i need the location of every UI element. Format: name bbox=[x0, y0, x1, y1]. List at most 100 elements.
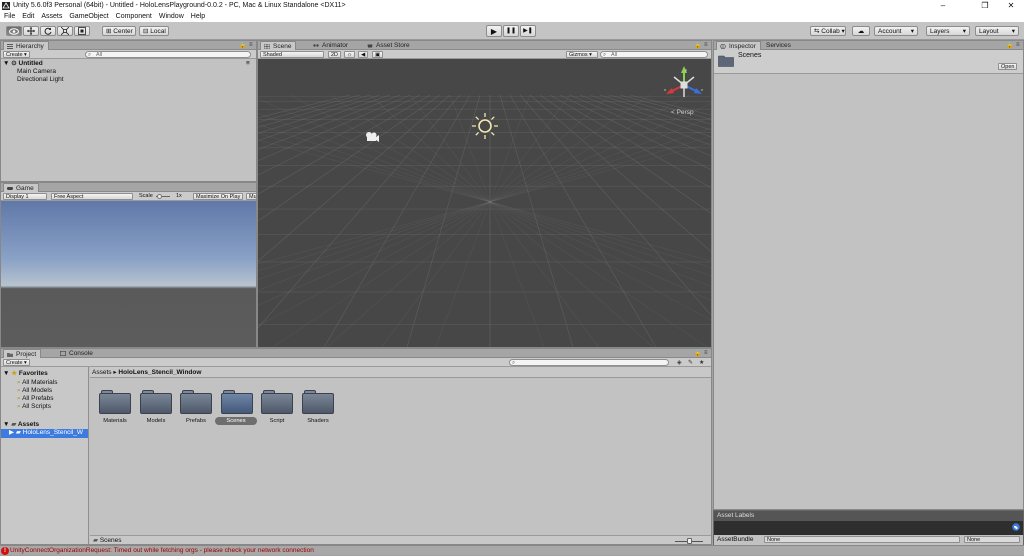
camera-gizmo-icon[interactable] bbox=[364, 131, 380, 143]
audio-toggle[interactable]: ◀ bbox=[358, 51, 369, 58]
folder-script[interactable] bbox=[261, 390, 293, 414]
menu-assets[interactable]: Assets bbox=[41, 12, 62, 22]
effects-toggle[interactable]: ▣ bbox=[372, 51, 384, 58]
open-button[interactable]: Open bbox=[998, 63, 1018, 70]
rect-tool-button[interactable] bbox=[74, 26, 90, 36]
favorite-item-all-models[interactable]: ⌕ All Models bbox=[17, 387, 52, 395]
aspect-dropdown[interactable]: Free Aspect bbox=[51, 193, 133, 200]
favorite-item-all-materials[interactable]: ⌕ All Materials bbox=[17, 379, 58, 387]
hierarchy-search-input[interactable]: ⌕ All bbox=[85, 51, 251, 58]
panel-menu-icon[interactable]: ≡ bbox=[1016, 42, 1020, 48]
tab-animator[interactable]: Animator bbox=[310, 41, 352, 50]
persp-label[interactable]: < Persp bbox=[671, 109, 694, 116]
cloud-button[interactable]: ☁ bbox=[852, 26, 870, 36]
folder-shaders[interactable] bbox=[302, 390, 334, 414]
status-bar[interactable]: ! UnityConnectOrganizationRequest: Timed… bbox=[0, 545, 1024, 555]
panel-menu-icon[interactable]: ≡ bbox=[704, 350, 708, 356]
panel-menu-icon[interactable]: ≡ bbox=[704, 42, 708, 48]
panel-menu-icon[interactable]: ≡ bbox=[249, 42, 253, 48]
tab-hierarchy[interactable]: Hierarchy bbox=[3, 41, 49, 50]
favorite-item-all-prefabs[interactable]: ⌕ All Prefabs bbox=[17, 395, 54, 403]
rotate-tool-button[interactable] bbox=[40, 26, 56, 36]
account-dropdown[interactable]: Account ▾ bbox=[874, 26, 918, 36]
2d-toggle[interactable]: 2D bbox=[328, 51, 342, 58]
layers-dropdown[interactable]: Layers ▾ bbox=[926, 26, 970, 36]
lighting-toggle[interactable]: ☼ bbox=[344, 51, 356, 58]
tab-scene[interactable]: Scene bbox=[260, 41, 297, 50]
tab-inspector[interactable]: Inspector bbox=[716, 41, 761, 50]
shading-mode-dropdown[interactable]: Shaded bbox=[260, 51, 324, 58]
tab-console[interactable]: Console bbox=[57, 349, 97, 358]
menu-gameobject[interactable]: GameObject bbox=[69, 12, 108, 22]
lock-icon[interactable]: 🔒 bbox=[1006, 42, 1013, 49]
gizmos-dropdown[interactable]: Gizmos ▾ bbox=[566, 51, 598, 58]
scene-viewport[interactable]: y x z < Persp bbox=[258, 59, 711, 347]
scene-search-input[interactable]: ⌕ All bbox=[600, 51, 708, 58]
favorite-item-all-scripts[interactable]: ⌕ All Scripts bbox=[17, 403, 51, 411]
asset-bundle-row: AssetBundle None None bbox=[714, 535, 1023, 545]
hand-tool-button[interactable] bbox=[6, 26, 22, 36]
folder-materials[interactable] bbox=[99, 390, 131, 414]
close-button[interactable]: ✕ bbox=[1000, 0, 1022, 12]
space-local-toggle[interactable]: ⊟ Local bbox=[139, 26, 169, 36]
icon-size-slider-handle[interactable] bbox=[687, 538, 692, 544]
favorite-label: All Materials bbox=[22, 379, 58, 386]
tab-project[interactable]: Project bbox=[3, 349, 42, 358]
lock-icon[interactable]: 🔒 bbox=[239, 42, 246, 49]
scale-tool-button[interactable] bbox=[57, 26, 73, 36]
tab-asset-store[interactable]: Asset Store bbox=[364, 41, 414, 50]
scene-controls: Shaded 2D ☼ ◀ ▣ Gizmos ▾ ⌕ All bbox=[258, 50, 711, 59]
menu-file[interactable]: File bbox=[4, 12, 15, 22]
breadcrumb-current[interactable]: HoloLens_Stencil_Window bbox=[118, 369, 201, 376]
hierarchy-item-directional-light[interactable]: Directional Light bbox=[17, 76, 64, 84]
hierarchy-item-main-camera[interactable]: Main Camera bbox=[17, 68, 56, 76]
directional-light-gizmo-icon[interactable] bbox=[470, 111, 500, 141]
step-button[interactable]: ▶❚ bbox=[520, 25, 536, 37]
project-create-button[interactable]: Create ▾ bbox=[3, 359, 30, 366]
favorite-star-icon[interactable]: ★ bbox=[699, 359, 704, 366]
minimize-button[interactable]: – bbox=[932, 0, 954, 12]
game-viewport[interactable] bbox=[1, 201, 256, 347]
asset-bundle-variant-dropdown[interactable]: None bbox=[964, 536, 1020, 543]
project-search-input[interactable]: ⌕ bbox=[509, 359, 669, 366]
pause-button[interactable]: ❚❚ bbox=[503, 25, 519, 37]
folder-prefabs[interactable] bbox=[180, 390, 212, 414]
folder-scenes[interactable] bbox=[221, 390, 253, 414]
collab-button[interactable]: ⇆ Collab ▾ bbox=[810, 26, 846, 36]
folder-models[interactable] bbox=[140, 390, 172, 414]
mute-audio-toggle[interactable]: Mu bbox=[246, 193, 256, 200]
lock-icon[interactable]: 🔒 bbox=[694, 42, 701, 49]
expand-arrow-icon[interactable]: ▼ bbox=[3, 370, 9, 377]
menu-window[interactable]: Window bbox=[159, 12, 184, 22]
expand-arrow-icon[interactable]: ▶ bbox=[9, 429, 14, 436]
expand-arrow-icon[interactable]: ▼ bbox=[3, 60, 9, 67]
tab-game[interactable]: Game bbox=[3, 183, 39, 192]
layout-dropdown[interactable]: Layout ▾ bbox=[975, 26, 1019, 36]
breadcrumb-assets[interactable]: Assets bbox=[92, 369, 112, 376]
view-orientation-gizmo[interactable]: y x z bbox=[662, 65, 706, 105]
maximize-on-play-toggle[interactable]: Maximize On Play bbox=[193, 193, 244, 200]
lock-icon[interactable]: 🔒 bbox=[694, 350, 701, 357]
scale-slider-handle[interactable] bbox=[157, 194, 162, 199]
tab-services[interactable]: Services bbox=[762, 41, 795, 50]
scene-options-icon[interactable]: ≡ bbox=[246, 60, 250, 68]
scene-tabstrip: Scene Animator Asset Store 🔒 ≡ bbox=[258, 41, 711, 50]
move-tool-button[interactable] bbox=[23, 26, 39, 36]
search-by-label-icon[interactable]: ✎ bbox=[688, 359, 693, 366]
pivot-center-toggle[interactable]: ⊞ Center bbox=[102, 26, 136, 36]
play-button[interactable]: ▶ bbox=[486, 25, 502, 37]
asset-bundle-dropdown[interactable]: None bbox=[764, 536, 960, 543]
tree-item-hololens-stencil[interactable]: ▶ ▰ HoloLens_Stencil_W bbox=[9, 429, 83, 437]
menu-component[interactable]: Component bbox=[116, 12, 152, 22]
label-tag-icon[interactable] bbox=[1011, 523, 1021, 531]
scene-row[interactable]: ▼ ⊙ Untitled ≡ bbox=[3, 60, 250, 68]
display-dropdown[interactable]: Display 1 bbox=[3, 193, 47, 200]
menu-edit[interactable]: Edit bbox=[22, 12, 34, 22]
expand-arrow-icon[interactable]: ▼ bbox=[3, 421, 9, 428]
hierarchy-create-button[interactable]: Create ▾ bbox=[3, 51, 30, 58]
search-by-type-icon[interactable]: ◈ bbox=[677, 359, 682, 366]
menu-help[interactable]: Help bbox=[191, 12, 205, 22]
assets-root-row[interactable]: ▼ ▰ Assets bbox=[3, 421, 39, 429]
favorites-row[interactable]: ▼ ★ Favorites bbox=[3, 370, 48, 378]
maximize-button[interactable]: ❐ bbox=[974, 0, 996, 12]
